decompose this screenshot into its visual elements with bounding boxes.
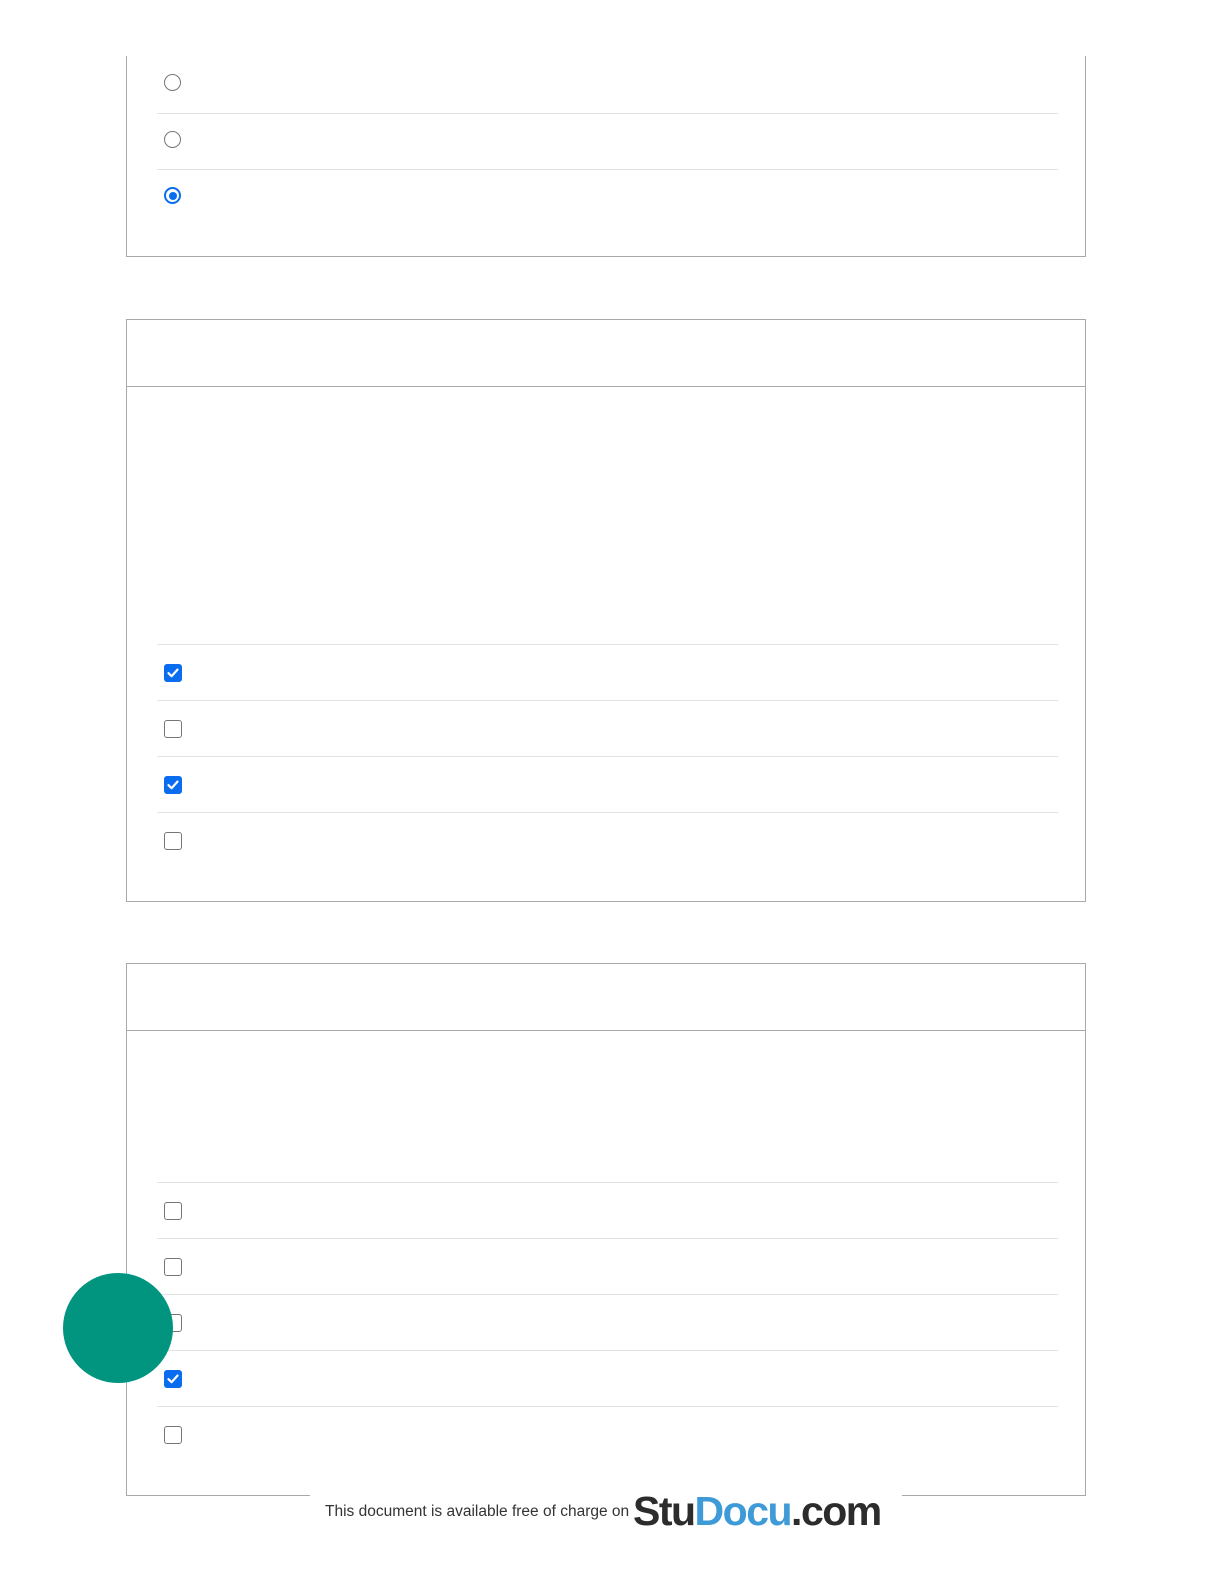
floating-action-circle[interactable] (63, 1273, 173, 1383)
radio-option-list (157, 56, 1058, 225)
studocu-logo[interactable]: StuDocu.com (633, 1488, 882, 1535)
footer-notice: This document is available free of charg… (325, 1503, 630, 1520)
radio-option-1[interactable] (157, 56, 1058, 113)
radio-button-1[interactable] (164, 74, 181, 91)
checkmark-icon (167, 1374, 179, 1384)
checkbox-option-2-4[interactable] (157, 812, 1058, 868)
checkmark-icon (167, 780, 179, 790)
question-card-1 (126, 56, 1086, 257)
checkbox-option-3-4[interactable] (157, 1350, 1058, 1406)
studocu-footer: This document is available free of charg… (310, 1484, 902, 1544)
checkbox-option-3-3[interactable] (157, 1294, 1058, 1350)
question-header-3 (127, 964, 1085, 1031)
checkbox-option-2-2[interactable] (157, 700, 1058, 756)
checkbox-option-3-2[interactable] (157, 1238, 1058, 1294)
question-card-3 (126, 963, 1086, 1496)
checkbox-option-2-1[interactable] (157, 644, 1058, 700)
checkmark-icon (167, 668, 179, 678)
checkbox-option-3-5[interactable] (157, 1406, 1058, 1462)
checkbox-3-4-checked[interactable] (164, 1370, 182, 1388)
radio-option-3[interactable] (157, 169, 1058, 225)
checkbox-2-3-checked[interactable] (164, 776, 182, 794)
checkbox-3-2[interactable] (164, 1258, 182, 1276)
radio-button-3-selected[interactable] (164, 187, 181, 204)
checkbox-option-list-3 (157, 1182, 1058, 1462)
checkbox-option-2-3[interactable] (157, 756, 1058, 812)
logo-part-com: .com (791, 1488, 882, 1534)
checkbox-3-5[interactable] (164, 1426, 182, 1444)
question-header-2 (127, 320, 1085, 387)
checkbox-3-1[interactable] (164, 1202, 182, 1220)
logo-part-docu: Docu (694, 1488, 793, 1534)
question-card-2 (126, 319, 1086, 902)
radio-button-2[interactable] (164, 131, 181, 148)
radio-option-2[interactable] (157, 113, 1058, 169)
checkbox-2-2[interactable] (164, 720, 182, 738)
checkbox-option-3-1[interactable] (157, 1182, 1058, 1238)
logo-part-stu: Stu (633, 1488, 696, 1534)
checkbox-option-list-2 (157, 644, 1058, 868)
checkbox-2-1-checked[interactable] (164, 664, 182, 682)
checkbox-2-4[interactable] (164, 832, 182, 850)
